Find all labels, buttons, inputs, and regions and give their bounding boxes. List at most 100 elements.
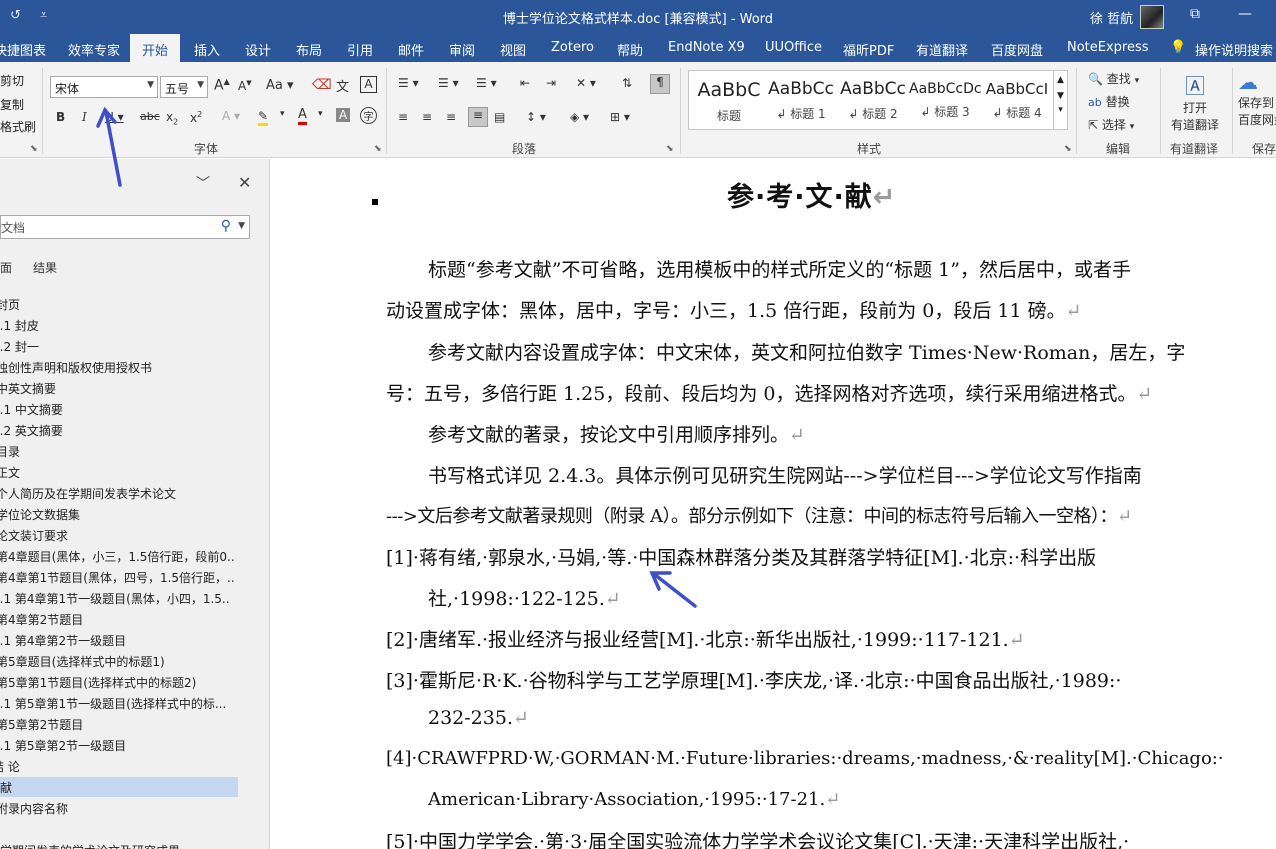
shading-icon[interactable]: ◈ ▾ xyxy=(570,110,589,124)
sort-icon[interactable]: ⇅ xyxy=(622,76,632,90)
reference-entry-3[interactable]: [3]·霍斯尼·R·K.·谷物科学与工艺学原理[M].·李庆龙,·译.·北京:·… xyxy=(386,666,1121,693)
nav-item-references-selected[interactable]: 参考文献 xyxy=(0,777,238,797)
paragraph-launcher-icon[interactable]: ⬊ xyxy=(666,144,674,154)
body-line[interactable]: --->文后参考文献著录规则（附录 A）。部分示例如下（注意：中间的标志符号后输… xyxy=(386,502,1132,528)
body-line[interactable]: 参考文献的著录，按论文中引用顺序排列。↵ xyxy=(428,420,805,447)
nav-item[interactable]: 1.1 第4章第1节一级题目(黑体，小四，1.5... xyxy=(0,588,230,608)
chevron-down-icon[interactable]: ▾ xyxy=(280,109,285,119)
style-heading-3[interactable]: AaBbCcDc ↲ 标题 3 xyxy=(909,79,981,120)
subscript-icon[interactable]: x2 xyxy=(166,110,178,126)
save-to-baidu-button[interactable]: ☁ 保存到 百度网盘 xyxy=(1238,70,1276,128)
tab-quick-charts[interactable]: 快捷图表 xyxy=(0,40,46,59)
grow-font-icon[interactable]: A▲ xyxy=(214,77,230,94)
nav-item[interactable]: 第5章第2节题目 xyxy=(0,714,234,734)
tab-results[interactable]: 结果 xyxy=(33,259,57,276)
align-center-icon[interactable]: ≡ xyxy=(422,110,432,124)
nav-item[interactable]: 3.1 中文摘要 xyxy=(0,399,230,419)
shrink-font-icon[interactable]: A▼ xyxy=(238,79,252,93)
nav-item[interactable]: 1.2 封一 xyxy=(0,336,230,356)
avatar[interactable] xyxy=(1140,5,1164,29)
nav-item[interactable]: 封页 xyxy=(0,294,234,314)
tab-insert[interactable]: 插入 xyxy=(194,40,220,59)
tab-youdao[interactable]: 有道翻译 xyxy=(916,40,968,59)
increase-indent-icon[interactable]: ⇥ xyxy=(546,76,556,90)
references-heading[interactable]: 参·考·文·献↵ xyxy=(727,175,896,214)
chevron-down-icon[interactable]: ▼ xyxy=(238,221,245,231)
tab-references[interactable]: 引用 xyxy=(347,40,373,59)
nav-item[interactable]: 在学期间发表的学术论文及研究成果 xyxy=(0,840,226,849)
nav-item[interactable]: 2.1 第4章第2节一级题目 xyxy=(0,630,230,650)
more-styles-icon[interactable]: ▾ xyxy=(1054,105,1067,115)
nav-item[interactable]: 学位论文数据集 xyxy=(0,504,234,524)
replace-button[interactable]: ab 替换 xyxy=(1088,93,1130,110)
tab-foxit-pdf[interactable]: 福昕PDF xyxy=(843,40,894,59)
nav-item[interactable]: 3.2 英文摘要 xyxy=(0,420,230,440)
minimize-icon[interactable]: — xyxy=(1238,6,1252,22)
nav-item[interactable]: 个人简历及在学期间发表学术论文 xyxy=(0,483,234,503)
style-title[interactable]: AaBbC 标题 xyxy=(693,79,765,124)
font-color-icon[interactable]: A xyxy=(298,107,307,125)
body-line[interactable]: 书写格式详见 2.4.3。具体示例可见研究生院网站--->学位栏目--->学位论… xyxy=(428,461,1142,488)
multilevel-list-icon[interactable]: ☰ ▾ xyxy=(476,76,497,90)
nav-item[interactable]: 结 论 xyxy=(0,756,230,776)
chevron-up-icon[interactable]: ▲ xyxy=(1054,75,1067,85)
reference-entry-1-cont[interactable]: 社,·1998:·122-125.↵ xyxy=(428,584,621,611)
clipboard-launcher-icon[interactable]: ⬊ xyxy=(30,144,38,154)
nav-item[interactable]: 正文 xyxy=(0,462,234,482)
body-line[interactable]: 标题“参考文献”不可省略，选用模板中的样式所定义的“标题 1”，然后居中，或者手 xyxy=(428,255,1131,282)
ribbon-display-options-icon[interactable]: ⧉ xyxy=(1190,6,1200,22)
align-right-icon[interactable]: ≡ xyxy=(446,110,456,124)
tab-design[interactable]: 设计 xyxy=(245,40,271,59)
underline-icon[interactable]: U ▾ xyxy=(105,110,124,124)
numbering-icon[interactable]: ☰ ▾ xyxy=(438,76,459,90)
styles-gallery-scroll[interactable]: ▲ ▼ ▾ xyxy=(1054,70,1068,130)
tab-view[interactable]: 视图 xyxy=(500,40,526,59)
style-heading-4[interactable]: AaBbCcI ↲ 标题 4 xyxy=(981,79,1053,121)
chevron-down-icon[interactable]: ▾ xyxy=(318,109,323,119)
nav-item[interactable]: 1.1 第5章第1节一级题目(选择样式中的标... xyxy=(0,693,230,713)
nav-item[interactable]: 附录内容名称 xyxy=(0,798,234,818)
character-border-icon[interactable]: A xyxy=(360,76,377,93)
select-button[interactable]: ⇱ 选择 ▾ xyxy=(1088,116,1134,133)
reference-entry-1[interactable]: [1]·蒋有绪,·郭泉水,·马娟,·等.·中国森林群落分类及其群落学特征[M].… xyxy=(386,543,1096,570)
cut-button[interactable]: 剪切 xyxy=(0,72,24,89)
tab-efficiency[interactable]: 效率专家 xyxy=(68,40,120,59)
italic-icon[interactable]: I xyxy=(82,110,87,124)
show-formatting-marks-icon[interactable]: ¶ xyxy=(650,74,670,94)
nav-item[interactable]: 第5章第1节题目(选择样式中的标题2) xyxy=(0,672,234,692)
body-line[interactable]: 号：五号，多倍行距 1.25，段前、段后均为 0，选择网格对齐选项，续行采用缩进… xyxy=(386,379,1152,406)
bold-icon[interactable]: B xyxy=(56,110,65,124)
font-launcher-icon[interactable]: ⬊ xyxy=(374,144,382,154)
tab-zotero[interactable]: Zotero xyxy=(551,40,594,55)
find-button[interactable]: 🔍 查找 ▾ xyxy=(1088,70,1139,87)
search-icon[interactable]: ⚲ xyxy=(221,218,231,234)
nav-item[interactable]: 第4章第1节题目(黑体，四号，1.5倍行距，... xyxy=(0,567,234,587)
nav-item[interactable]: 论文装订要求 xyxy=(0,525,234,545)
tab-home[interactable]: 开始 xyxy=(130,34,181,62)
nav-item[interactable]: 中英文摘要 xyxy=(0,378,234,398)
tab-pages[interactable]: 页面 xyxy=(0,259,12,276)
search-input[interactable]: 搜索文档 ⚲ ▼ xyxy=(0,215,250,239)
styles-launcher-icon[interactable]: ⬊ xyxy=(1064,144,1072,154)
reference-entry-5[interactable]: [5]·中国力学学会.·第·3·届全国实验流体力学学术会议论文集[C].·天津:… xyxy=(386,827,1129,849)
nav-item[interactable]: 目录 xyxy=(0,441,234,461)
body-line[interactable]: 参考文献内容设置成字体：中文宋体，英文和阿拉伯数字 Times·New·Roma… xyxy=(428,338,1185,365)
superscript-icon[interactable]: x2 xyxy=(190,110,202,125)
font-name-combo[interactable]: 宋体 ▼ xyxy=(50,76,158,98)
tab-layout[interactable]: 布局 xyxy=(296,40,322,59)
enclose-characters-icon[interactable]: 字 xyxy=(360,107,377,124)
distributed-icon[interactable]: ▤ xyxy=(494,110,505,124)
tab-review[interactable]: 审阅 xyxy=(449,40,475,59)
tab-help[interactable]: 帮助 xyxy=(617,40,643,59)
line-spacing-icon[interactable]: ↕ ▾ xyxy=(526,110,546,124)
tell-me-search[interactable]: 操作说明搜索 xyxy=(1195,40,1273,59)
copy-button[interactable]: 复制 xyxy=(0,96,24,113)
clear-formatting-icon[interactable]: ⌫ xyxy=(312,77,332,93)
reference-entry-4-cont[interactable]: American·Library·Association,·1995:·17-2… xyxy=(428,789,840,810)
decrease-indent-icon[interactable]: ⇤ xyxy=(520,76,530,90)
nav-item[interactable]: 2.1 第5章第2节一级题目 xyxy=(0,735,230,755)
justify-icon[interactable]: ≡ xyxy=(468,107,488,127)
nav-item[interactable]: 第4章第2节题目 xyxy=(0,609,234,629)
tab-mailings[interactable]: 邮件 xyxy=(398,40,424,59)
tab-baidu-netdisk[interactable]: 百度网盘 xyxy=(991,40,1043,59)
